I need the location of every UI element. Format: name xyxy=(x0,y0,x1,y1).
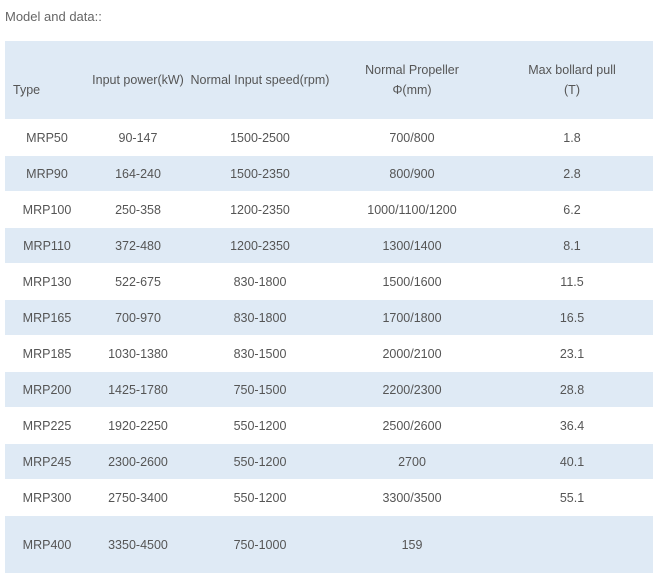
cell-input-speed: 830-1800 xyxy=(187,263,333,300)
cell-bollard-pull: 55.1 xyxy=(491,479,653,516)
header-bollard-label: Max bollard pull xyxy=(528,63,616,77)
header-input-speed: Normal Input speed(rpm) xyxy=(187,40,333,120)
cell-type: MRP90 xyxy=(5,155,89,192)
cell-propeller: 2000/2100 xyxy=(333,335,491,372)
cell-input-power: 522-675 xyxy=(89,263,187,300)
cell-bollard-pull: 36.4 xyxy=(491,407,653,444)
cell-propeller: 159 xyxy=(333,515,491,574)
cell-type: MRP185 xyxy=(5,335,89,372)
cell-type: MRP300 xyxy=(5,479,89,516)
cell-type: MRP225 xyxy=(5,407,89,444)
cell-propeller: 1000/1100/1200 xyxy=(333,191,491,228)
cell-input-power: 1920-2250 xyxy=(89,407,187,444)
cell-input-power: 164-240 xyxy=(89,155,187,192)
table-header-row: Type Input power(kW) Normal Input speed(… xyxy=(5,40,653,120)
cell-input-power: 250-358 xyxy=(89,191,187,228)
cell-propeller: 1300/1400 xyxy=(333,227,491,264)
cell-bollard-pull: 1.8 xyxy=(491,119,653,156)
cell-propeller: 1500/1600 xyxy=(333,263,491,300)
header-bollard-pull: Max bollard pull (T) xyxy=(491,40,653,120)
table-row: MRP245 2300-2600 550-1200 2700 40.1 xyxy=(5,443,653,480)
cell-input-power: 700-970 xyxy=(89,299,187,336)
table-row: MRP130 522-675 830-1800 1500/1600 11.5 xyxy=(5,263,653,300)
cell-bollard-pull: 11.5 xyxy=(491,263,653,300)
cell-bollard-pull: 8.1 xyxy=(491,227,653,264)
header-propeller-label: Normal Propeller xyxy=(365,63,459,77)
cell-type: MRP165 xyxy=(5,299,89,336)
header-propeller-unit: Φ(mm) xyxy=(392,83,432,97)
cell-type: MRP130 xyxy=(5,263,89,300)
cell-propeller: 2500/2600 xyxy=(333,407,491,444)
cell-propeller: 1700/1800 xyxy=(333,299,491,336)
cell-input-speed: 1500-2350 xyxy=(187,155,333,192)
table-row: MRP400 3350-4500 750-1000 159 xyxy=(5,515,653,574)
table-row: MRP200 1425-1780 750-1500 2200/2300 28.8 xyxy=(5,371,653,408)
table-row: MRP225 1920-2250 550-1200 2500/2600 36.4 xyxy=(5,407,653,444)
cell-input-power: 2750-3400 xyxy=(89,479,187,516)
cell-input-speed: 550-1200 xyxy=(187,479,333,516)
table-row: MRP90 164-240 1500-2350 800/900 2.8 xyxy=(5,155,653,192)
cell-input-speed: 830-1500 xyxy=(187,335,333,372)
table-row: MRP300 2750-3400 550-1200 3300/3500 55.1 xyxy=(5,479,653,516)
cell-input-power: 3350-4500 xyxy=(89,515,187,574)
cell-type: MRP50 xyxy=(5,119,89,156)
cell-bollard-pull xyxy=(491,515,653,574)
cell-input-speed: 1500-2500 xyxy=(187,119,333,156)
cell-input-power: 1030-1380 xyxy=(89,335,187,372)
cell-type: MRP245 xyxy=(5,443,89,480)
cell-propeller: 3300/3500 xyxy=(333,479,491,516)
cell-bollard-pull: 40.1 xyxy=(491,443,653,480)
section-caption: Model and data:: xyxy=(5,9,102,24)
cell-input-power: 90-147 xyxy=(89,119,187,156)
cell-propeller: 800/900 xyxy=(333,155,491,192)
cell-type: MRP110 xyxy=(5,227,89,264)
cell-input-speed: 750-1500 xyxy=(187,371,333,408)
cell-input-power: 372-480 xyxy=(89,227,187,264)
table-row: MRP110 372-480 1200-2350 1300/1400 8.1 xyxy=(5,227,653,264)
cell-type: MRP400 xyxy=(5,515,89,574)
cell-input-speed: 750-1000 xyxy=(187,515,333,574)
cell-bollard-pull: 2.8 xyxy=(491,155,653,192)
header-bollard-unit: (T) xyxy=(564,83,580,97)
cell-bollard-pull: 16.5 xyxy=(491,299,653,336)
cell-input-power: 2300-2600 xyxy=(89,443,187,480)
cell-propeller: 2700 xyxy=(333,443,491,480)
cell-bollard-pull: 6.2 xyxy=(491,191,653,228)
cell-input-speed: 550-1200 xyxy=(187,443,333,480)
table-row: MRP165 700-970 830-1800 1700/1800 16.5 xyxy=(5,299,653,336)
cell-input-speed: 1200-2350 xyxy=(187,191,333,228)
model-data-table: Type Input power(kW) Normal Input speed(… xyxy=(5,40,653,574)
cell-input-speed: 550-1200 xyxy=(187,407,333,444)
cell-input-power: 1425-1780 xyxy=(89,371,187,408)
table-row: MRP185 1030-1380 830-1500 2000/2100 23.1 xyxy=(5,335,653,372)
table-row: MRP100 250-358 1200-2350 1000/1100/1200 6.2 xyxy=(5,191,653,228)
cell-bollard-pull: 28.8 xyxy=(491,371,653,408)
table-body: MRP50 90-147 1500-2500 700/800 1.8 MRP90 164-2… xyxy=(5,119,653,574)
cell-type: MRP100 xyxy=(5,191,89,228)
cell-type: MRP200 xyxy=(5,371,89,408)
table-row: MRP50 90-147 1500-2500 700/800 1.8 xyxy=(5,119,653,156)
cell-propeller: 2200/2300 xyxy=(333,371,491,408)
cell-input-speed: 1200-2350 xyxy=(187,227,333,264)
cell-input-speed: 830-1800 xyxy=(187,299,333,336)
header-type: Type xyxy=(5,40,89,120)
cell-propeller: 700/800 xyxy=(333,119,491,156)
header-input-power: Input power(kW) xyxy=(89,40,187,120)
cell-bollard-pull: 23.1 xyxy=(491,335,653,372)
header-propeller: Normal Propeller Φ(mm) xyxy=(333,40,491,120)
